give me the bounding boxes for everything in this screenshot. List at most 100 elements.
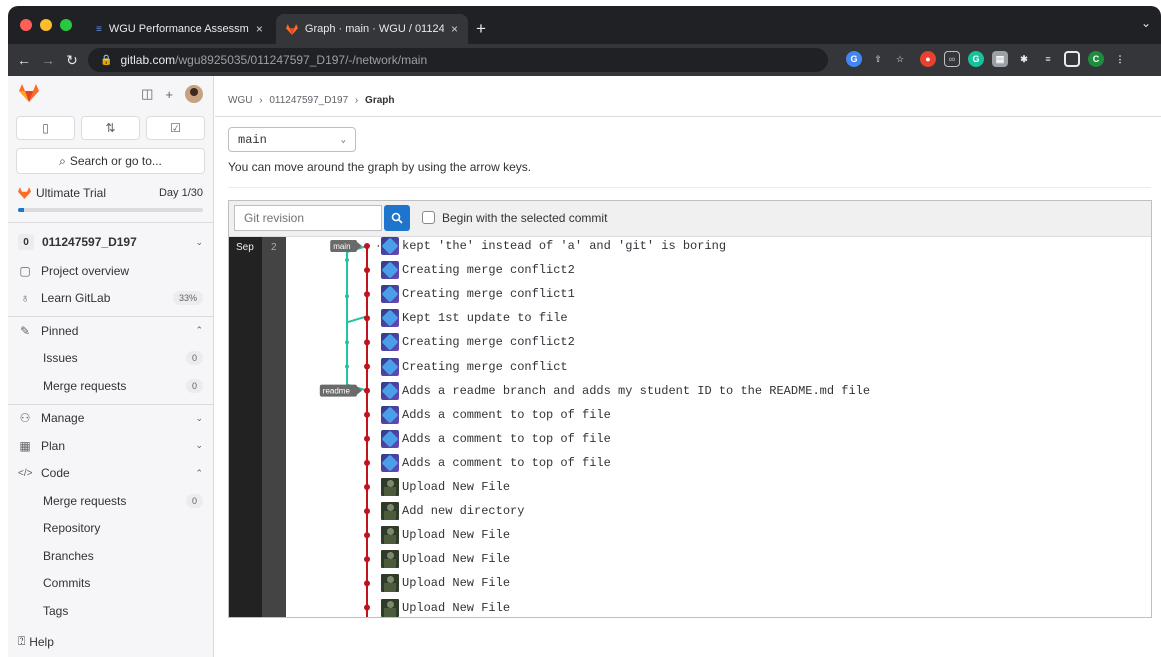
commit-row[interactable]: Creating merge conflict: [381, 357, 568, 377]
commit-row[interactable]: Upload New File: [381, 573, 510, 593]
google-icon[interactable]: G: [846, 51, 862, 67]
forward-arrow-icon[interactable]: →: [36, 52, 60, 68]
reload-icon[interactable]: ↻: [60, 52, 84, 69]
sidebar-section-manage[interactable]: ⚇ Manage ⌄: [8, 405, 213, 433]
grammarly-icon[interactable]: G: [968, 51, 984, 67]
create-new-icon[interactable]: +: [165, 87, 173, 102]
commit-node: [364, 459, 370, 466]
gitlab-favicon-icon: [286, 23, 298, 35]
commit-message: Creating merge conflict1: [402, 287, 575, 302]
branch-label-text: readme: [323, 387, 351, 396]
lock-icon: 🔒: [100, 54, 113, 66]
issues-icon: ▯: [42, 121, 49, 135]
reading-list-icon[interactable]: ≡: [1040, 51, 1056, 67]
breadcrumb-group[interactable]: WGU: [228, 95, 252, 106]
commit-message: Creating merge conflict2: [402, 335, 575, 350]
extension-red-icon[interactable]: ●: [920, 51, 936, 67]
extension-mask-icon[interactable]: ∞: [944, 51, 960, 67]
sidebar-item-commits[interactable]: Commits: [8, 570, 213, 598]
thumbtack-icon: ✎: [19, 323, 31, 338]
tab-wgu[interactable]: ≡ WGU Performance Assessment ×: [86, 14, 276, 44]
commit-row[interactable]: Creating merge conflict2: [381, 332, 575, 352]
commit-row[interactable]: Adds a comment to top of file: [381, 405, 611, 425]
sidebar-item-merge-requests-pinned[interactable]: Merge requests 0: [8, 372, 213, 400]
breadcrumb-project[interactable]: 011247597_D197: [269, 95, 348, 106]
profile-avatar[interactable]: C: [1088, 51, 1104, 67]
tab-graph[interactable]: Graph · main · WGU / 01124759 ×: [276, 14, 468, 44]
extensions-puzzle-icon[interactable]: ✱: [1016, 51, 1032, 67]
browser-window: ≡ WGU Performance Assessment × Graph · m…: [8, 6, 1161, 657]
author-avatar: [381, 478, 399, 496]
sidebar-section-code[interactable]: </> Code ⌃: [8, 460, 213, 488]
code-icon: </>: [18, 467, 33, 479]
search-button[interactable]: ⌕ Search or go to...: [16, 148, 205, 174]
commit-row[interactable]: Creating merge conflict2: [381, 260, 575, 280]
sidebar-item-merge-requests[interactable]: Merge requests 0: [8, 487, 213, 515]
close-window-button[interactable]: [20, 19, 32, 31]
sidebar-item-branches[interactable]: Branches: [8, 542, 213, 570]
close-tab-icon[interactable]: ×: [256, 22, 263, 36]
tab-list-chevron-icon[interactable]: ⌄: [1141, 16, 1151, 30]
commit-message: Adds a comment to top of file: [402, 431, 611, 446]
user-avatar[interactable]: [185, 85, 203, 103]
commit-row[interactable]: Upload New File: [381, 549, 510, 569]
git-revision-input[interactable]: Git revision: [234, 205, 382, 231]
commit-message: Adds a comment to top of file: [402, 455, 611, 470]
commit-message: Upload New File: [402, 528, 511, 543]
commit-row[interactable]: Upload New File: [381, 598, 510, 618]
commit-row[interactable]: Upload New File: [381, 477, 510, 497]
branch-select[interactable]: main ⌄: [228, 127, 356, 152]
trial-widget[interactable]: Ultimate Trial Day 1/30: [8, 186, 213, 200]
revision-search-button[interactable]: [384, 205, 410, 231]
project-switcher[interactable]: 0 011247597_D197 ⌄: [8, 227, 213, 257]
close-tab-icon[interactable]: ×: [451, 22, 458, 36]
begin-with-selected-checkbox[interactable]: [422, 211, 435, 224]
commit-message: Kept 1st update to file: [402, 311, 568, 326]
commit-row[interactable]: Add new directory: [381, 501, 524, 521]
back-arrow-icon[interactable]: ←: [12, 52, 36, 68]
commit-row[interactable]: kept 'the' instead of 'a' and 'git' is b…: [381, 236, 726, 256]
browser-menu-icon[interactable]: ⋮: [1112, 51, 1128, 67]
commit-message: kept 'the' instead of 'a' and 'git' is b…: [402, 239, 727, 253]
extension-gray-icon[interactable]: ▤: [992, 51, 1008, 67]
commit-row[interactable]: Adds a comment to top of file: [381, 453, 611, 473]
commit-row[interactable]: Upload New File: [381, 525, 510, 545]
commit-node: [364, 363, 370, 370]
minimize-window-button[interactable]: [40, 19, 52, 31]
merge-requests-shortcut-button[interactable]: ⇅: [81, 116, 140, 140]
learn-progress-badge: 33%: [172, 291, 203, 306]
branch-node: [345, 340, 349, 345]
sidebar-item-tags[interactable]: Tags: [8, 597, 213, 625]
sidebar-section-plan[interactable]: ▦ Plan ⌄: [8, 432, 213, 460]
commit-node: [364, 339, 370, 346]
commit-row[interactable]: Adds a comment to top of file: [381, 429, 611, 449]
url-field[interactable]: 🔒 gitlab.com/wgu8925035/011247597_D197/-…: [88, 48, 828, 72]
commit-node: [364, 267, 370, 274]
help-button[interactable]: ⍰ Help: [18, 634, 54, 649]
address-bar: ← → ↻ 🔒 gitlab.com/wgu8925035/011247597_…: [8, 44, 1161, 76]
commit-row[interactable]: Creating merge conflict1: [381, 284, 575, 304]
new-tab-button[interactable]: +: [476, 14, 486, 44]
maximize-window-button[interactable]: [60, 19, 72, 31]
sidebar-section-pinned[interactable]: ✎ Pinned ⌃: [8, 317, 213, 345]
commit-row[interactable]: Adds a readme branch and adds my student…: [381, 381, 870, 401]
commit-message: Add new directory: [402, 504, 525, 519]
commit-message: Upload New File: [402, 576, 511, 591]
issues-shortcut-button[interactable]: ▯: [16, 116, 75, 140]
sidebar-item-project-overview[interactable]: ▢ Project overview: [8, 257, 213, 285]
graph-canvas[interactable]: Sep 2 main readme kept 'the' instead of '…: [229, 236, 1151, 618]
branch-node: [345, 294, 349, 299]
commit-row[interactable]: Kept 1st update to file: [381, 308, 568, 328]
merge-request-icon: ⇅: [105, 121, 116, 135]
bookmark-star-icon[interactable]: ☆: [892, 51, 908, 67]
sidebar-item-repository[interactable]: Repository: [8, 515, 213, 543]
share-icon[interactable]: ⇧: [870, 51, 886, 67]
sidebar-item-issues[interactable]: Issues 0: [8, 345, 213, 373]
todos-shortcut-button[interactable]: ☑: [146, 116, 205, 140]
side-panel-icon[interactable]: [1064, 51, 1080, 67]
sidebar-item-learn-gitlab[interactable]: ♁ Learn GitLab 33%: [8, 285, 213, 313]
count-badge: 0: [185, 378, 203, 393]
gitlab-logo-icon[interactable]: [19, 84, 39, 102]
sidebar-toggle-icon[interactable]: ◫: [141, 86, 153, 102]
main-content: WGU › 011247597_D197 › Graph main ⌄ You …: [215, 76, 1161, 657]
